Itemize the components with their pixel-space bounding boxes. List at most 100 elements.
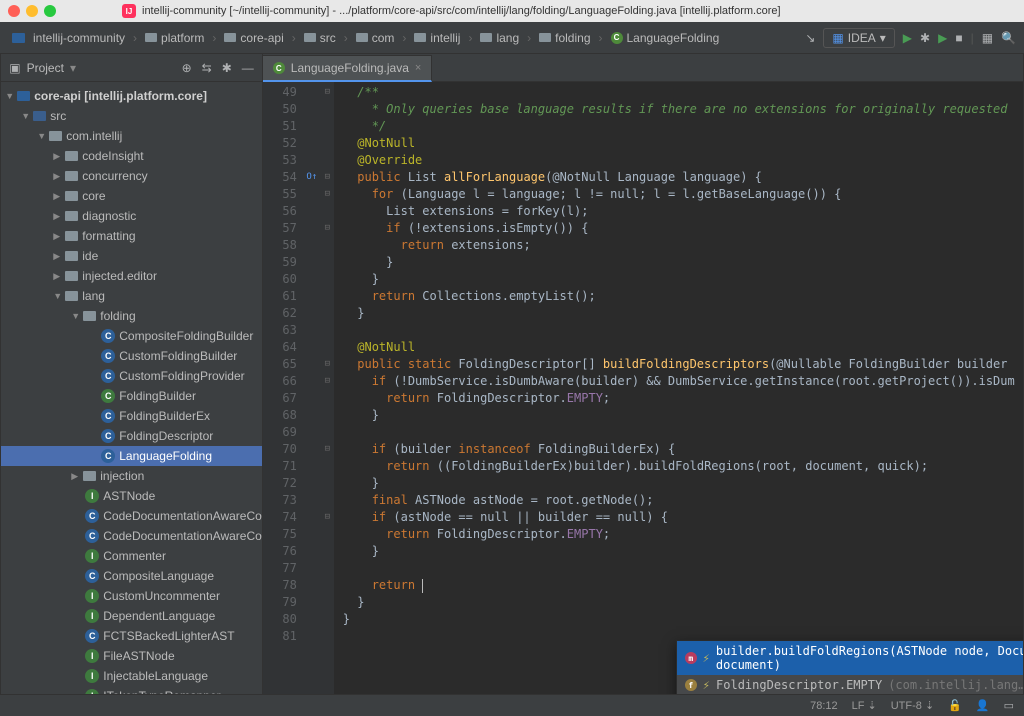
folder-icon: [65, 271, 78, 281]
tree-folder-node[interactable]: ▶diagnostic: [1, 206, 262, 226]
folder-icon: [65, 251, 78, 261]
close-tab-icon[interactable]: ×: [415, 62, 421, 74]
line-separator[interactable]: LF ⇣: [852, 699, 877, 712]
debug-icon[interactable]: ✱: [920, 31, 930, 45]
tree-folder-node[interactable]: ▶injection: [1, 466, 262, 486]
tree-folder-node[interactable]: ▼lang: [1, 286, 262, 306]
breadcrumb-item[interactable]: src: [300, 29, 340, 47]
breadcrumb-item[interactable]: platform: [141, 29, 208, 47]
editor-area: C LanguageFolding.java × 495051525354555…: [263, 54, 1023, 694]
folder-icon: [224, 33, 236, 42]
folder-icon: [65, 231, 78, 241]
tree-folder-node[interactable]: ▶core: [1, 186, 262, 206]
tree-class-node[interactable]: IASTNode: [1, 486, 262, 506]
stop-icon[interactable]: ■: [955, 31, 962, 45]
breadcrumb-item[interactable]: folding: [535, 29, 594, 47]
run-icon[interactable]: ▶: [903, 31, 912, 45]
navigation-bar: intellij-community› platform› core-api› …: [0, 22, 1024, 54]
tree-class-node[interactable]: CCompositeFoldingBuilder: [1, 326, 262, 346]
tree-class-node[interactable]: IFileASTNode: [1, 646, 262, 666]
class-icon: C: [85, 569, 99, 583]
tree-class-node[interactable]: CFoldingBuilderEx: [1, 406, 262, 426]
tree-class-node[interactable]: IITokenTypeRemapper: [1, 686, 262, 694]
tree-class-node[interactable]: CCompositeLanguage: [1, 566, 262, 586]
class-icon: C: [85, 509, 99, 523]
class-icon: C: [101, 429, 115, 443]
line-gutter[interactable]: 4950515253545556575859606162636465666768…: [263, 82, 303, 694]
interface-icon: I: [85, 489, 99, 503]
update-project-icon[interactable]: ▦: [982, 31, 993, 45]
tree-package-node[interactable]: ▼com.intellij: [1, 126, 262, 146]
method-icon: m: [685, 652, 697, 664]
class-icon: C: [85, 629, 99, 643]
minimize-window-icon[interactable]: [26, 5, 38, 17]
tree-folder-node[interactable]: ▶formatting: [1, 226, 262, 246]
class-icon: C: [101, 389, 115, 403]
collapse-all-icon[interactable]: ⇆: [202, 61, 212, 75]
inspection-icon[interactable]: 👤: [976, 699, 990, 712]
class-icon: C: [101, 409, 115, 423]
editor-tab[interactable]: C LanguageFolding.java ×: [263, 55, 433, 82]
tree-class-node[interactable]: CFoldingDescriptor: [1, 426, 262, 446]
close-window-icon[interactable]: [8, 5, 20, 17]
breadcrumb-item[interactable]: com: [352, 29, 399, 47]
tree-class-node[interactable]: CCustomFoldingBuilder: [1, 346, 262, 366]
folder-icon: [304, 33, 316, 42]
file-encoding[interactable]: UTF-8 ⇣: [891, 699, 934, 712]
fold-gutter[interactable]: ⊟⊟⊟⊟⊟⊟⊟⊟: [321, 82, 335, 694]
run-config-selector[interactable]: ▦IDEA▾: [823, 28, 894, 48]
run-coverage-icon[interactable]: ▶: [938, 31, 947, 45]
completion-item[interactable]: f ⚡ FoldingDescriptor.EMPTY (com.intelli…: [677, 675, 1023, 694]
tree-class-node[interactable]: CFoldingBuilder: [1, 386, 262, 406]
tree-folder-node[interactable]: ▶codeInsight: [1, 146, 262, 166]
folder-icon: [65, 151, 78, 161]
class-icon: C: [101, 449, 115, 463]
code-content[interactable]: /** * Only queries base language results…: [335, 82, 1023, 694]
tree-class-node[interactable]: CCodeDocumentationAwareCo: [1, 526, 262, 546]
scroll-from-source-icon[interactable]: ⊕: [182, 61, 192, 75]
project-tree[interactable]: ▼core-api [intellij.platform.core] ▼src …: [1, 82, 262, 694]
lock-icon[interactable]: 🔓: [948, 699, 962, 712]
tree-class-node[interactable]: ICommenter: [1, 546, 262, 566]
project-icon: [12, 33, 25, 43]
tree-class-node[interactable]: CFCTSBackedLighterAST: [1, 626, 262, 646]
tree-folder-node[interactable]: ▼folding: [1, 306, 262, 326]
gutter-icons[interactable]: O↑: [303, 82, 321, 694]
maximize-window-icon[interactable]: [44, 5, 56, 17]
tree-class-node[interactable]: IInjectableLanguage: [1, 666, 262, 686]
field-icon: f: [685, 679, 697, 691]
tree-folder-node[interactable]: ▶injected.editor: [1, 266, 262, 286]
caret-position[interactable]: 78:12: [810, 700, 838, 712]
folder-icon: [65, 191, 78, 201]
build-icon[interactable]: ↘: [805, 31, 815, 45]
memory-indicator[interactable]: ▭: [1004, 699, 1014, 712]
project-view-title[interactable]: Project: [27, 61, 64, 75]
class-icon: C: [101, 329, 115, 343]
editor[interactable]: 4950515253545556575859606162636465666768…: [263, 82, 1023, 694]
tree-class-node[interactable]: ICustomUncommenter: [1, 586, 262, 606]
breadcrumb-item[interactable]: CLanguageFolding: [607, 29, 724, 47]
class-icon: C: [85, 529, 99, 543]
tree-folder-node[interactable]: ▶ide: [1, 246, 262, 266]
tree-folder-node[interactable]: ▶concurrency: [1, 166, 262, 186]
window-title: IJ intellij-community [~/intellij-commun…: [122, 4, 781, 18]
tree-class-node[interactable]: CLanguageFolding: [1, 446, 262, 466]
search-everywhere-icon[interactable]: 🔍: [1001, 31, 1016, 45]
tree-module-node[interactable]: ▼core-api [intellij.platform.core]: [1, 86, 262, 106]
tree-class-node[interactable]: CCodeDocumentationAwareCo: [1, 506, 262, 526]
hide-icon[interactable]: —: [242, 61, 254, 75]
tree-folder-node[interactable]: ▼src: [1, 106, 262, 126]
editor-tabs: C LanguageFolding.java ×: [263, 54, 1023, 82]
window-titlebar: IJ intellij-community [~/intellij-commun…: [0, 0, 1024, 22]
class-icon: C: [611, 32, 623, 44]
breadcrumb-item[interactable]: intellij-community: [8, 29, 129, 47]
tree-class-node[interactable]: IDependentLanguage: [1, 606, 262, 626]
tree-class-node[interactable]: CCustomFoldingProvider: [1, 366, 262, 386]
completion-item[interactable]: m ⚡ builder.buildFoldRegions(ASTNode nod…: [677, 641, 1023, 675]
folder-icon: [414, 33, 426, 42]
folder-icon: [65, 171, 78, 181]
breadcrumb-item[interactable]: intellij: [410, 29, 464, 47]
breadcrumb-item[interactable]: core-api: [220, 29, 287, 47]
breadcrumb-item[interactable]: lang: [476, 29, 523, 47]
settings-icon[interactable]: ✱: [222, 61, 232, 75]
